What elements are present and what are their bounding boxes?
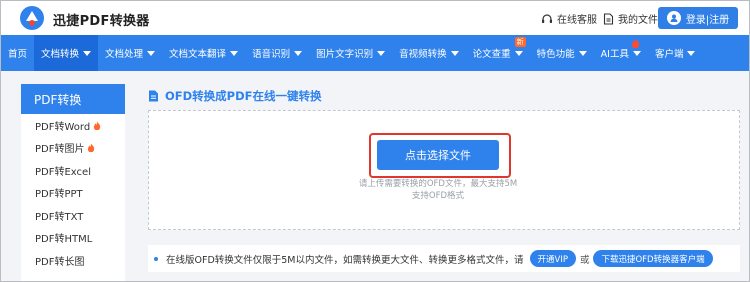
sidebar-item-pdf-to-txt[interactable]: PDF转TXT [21,204,125,227]
caret-down-icon [578,50,587,56]
login-register-button[interactable]: 登录|注册 [658,7,738,29]
fire-icon [631,38,640,48]
customer-service-link[interactable]: 在线客服 [541,11,597,26]
sidebar-item-pdf-to-long-image[interactable]: PDF转长图 [21,249,125,272]
sidebar-item-pdf-to-ppt[interactable]: PDF转PPT [21,182,125,205]
caret-down-icon [147,50,156,56]
nav-label: 客户端 [654,49,684,60]
nav-item-ocr[interactable]: 图片文字识别 [309,35,392,71]
sidebar-title: PDF转换 [21,84,125,114]
nav-label: 首页 [8,49,28,60]
sidebar-item-label: PDF转HTML [35,234,93,246]
nav-label: 文档文本翻译 [169,49,227,60]
logo-icon[interactable] [19,5,45,31]
nav-item-plagiarism[interactable]: 论文查重 新 [466,35,530,71]
sidebar-item-label: PDF转TXT [35,211,84,223]
nav-label: 论文查重 [472,49,511,60]
document-icon [149,90,158,102]
or-text: 或 [579,254,590,266]
main-nav: 首页 文档转换 文档处理 文档文本翻译 语音识别 图片文字识别 音视频转换 论文… [1,35,749,71]
caret-down-icon [632,50,641,56]
caret-down-icon [294,50,303,56]
nav-label: 音视频转换 [399,49,447,60]
fire-icon [88,143,95,153]
my-files-label: 我的文件 [618,15,658,26]
select-file-button[interactable]: 点击选择文件 [377,140,499,170]
nav-item-home[interactable]: 首页 [1,35,34,71]
sidebar-item-label: PDF转图片 [35,144,85,156]
notice-text: 在线版OFD转换文件仅限于5M以内文件，如需转换更大文件、转换更多格式文件，请 [166,254,524,266]
nav-label: 文档处理 [105,49,144,60]
nav-item-doc-convert[interactable]: 文档转换 [34,35,99,71]
nav-label: 特色功能 [536,49,575,60]
my-files-link[interactable]: 我的文件 [603,11,658,26]
sidebar-item-label: PDF转Word [35,121,91,133]
upload-hint: 请上传需要转换的OFD文件，最大支持5M 支持OFD格式 [330,178,546,202]
caret-down-icon [230,50,239,56]
nav-item-speech[interactable]: 语音识别 [245,35,309,71]
caret-down-icon [83,50,92,56]
nav-item-features[interactable]: 特色功能 [530,35,594,71]
customer-service-label: 在线客服 [557,15,597,26]
sidebar: PDF转换 PDF转Word PDF转图片 PDF转Excel PDF转PPT … [21,84,125,282]
upload-dropzone[interactable] [148,110,740,230]
bullet-dot [154,256,158,261]
nav-item-ai-tools[interactable]: AI工具 [594,35,648,71]
brand-name[interactable]: 迅捷PDF转换器 [53,10,150,29]
nav-label: 语音识别 [252,49,291,60]
caret-down-icon [450,50,459,56]
sidebar-item-pdf-to-image[interactable]: PDF转图片 [21,137,125,160]
page-title-text: OFD转换成PDF在线一键转换 [165,89,322,103]
nav-label: AI工具 [600,49,629,60]
top-header: 迅捷PDF转换器 在线客服 我的文件 登录|注册 [1,1,749,35]
headset-icon [542,13,552,23]
download-client-button[interactable]: 下载迅捷OFD转换器客户端 [593,250,713,267]
login-register-label: 登录|注册 [685,14,730,26]
nav-label: 文档转换 [41,49,80,60]
nav-item-client[interactable]: 客户端 [648,35,703,71]
caret-down-icon [687,50,696,56]
new-badge: 新 [514,37,526,47]
upload-hint-line: 支持OFD格式 [411,191,465,201]
caret-down-icon [377,50,386,56]
notice-bar: 在线版OFD转换文件仅限于5M以内文件，如需转换更大文件、转换更多格式文件，请 … [148,245,740,272]
caret-down-icon [514,50,523,56]
sidebar-item-label: PDF转Excel [35,166,91,178]
sidebar-item-label: PDF转长图 [35,256,85,268]
fire-icon [94,121,101,130]
nav-label: 图片文字识别 [316,49,374,60]
open-vip-button[interactable]: 开通VIP [529,250,576,267]
file-icon [603,12,614,25]
upload-hint-line: 请上传需要转换的OFD文件，最大支持5M [358,179,518,189]
nav-item-doc-process[interactable]: 文档处理 [98,35,162,71]
nav-item-av-convert[interactable]: 音视频转换 [392,35,466,71]
sidebar-item-pdf-to-word[interactable]: PDF转Word [21,114,125,137]
sidebar-item-pdf-to-excel[interactable]: PDF转Excel [21,159,125,182]
nav-item-translate[interactable]: 文档文本翻译 [162,35,245,71]
sidebar-item-pdf-to-html[interactable]: PDF转HTML [21,227,125,250]
page-title: OFD转换成PDF在线一键转换 [148,88,322,104]
sidebar-item-label: PDF转PPT [35,189,83,201]
user-icon [666,11,681,25]
